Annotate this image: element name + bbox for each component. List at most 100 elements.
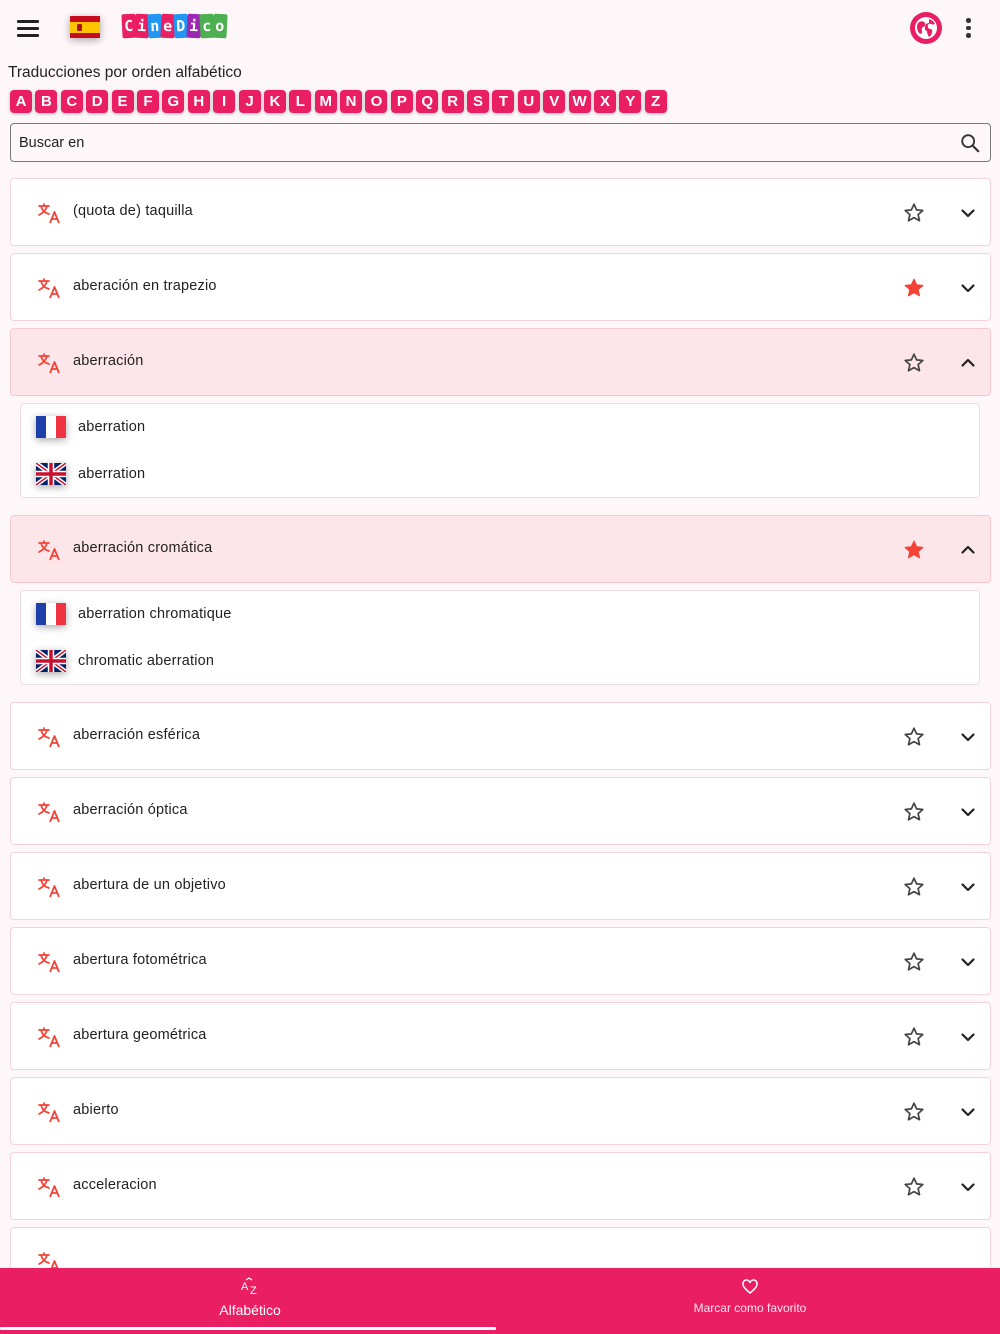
letter-filter-a[interactable]: A — [10, 90, 32, 113]
translation-panel: aberration chromatique chromatic aberrati… — [20, 590, 980, 685]
translate-icon — [37, 1025, 61, 1049]
term-label: abierto — [73, 1102, 119, 1118]
letter-filter-u[interactable]: U — [517, 90, 540, 113]
letter-filter-h[interactable]: H — [187, 90, 210, 113]
chevron-up-icon[interactable] — [956, 538, 980, 562]
chevron-down-icon[interactable] — [956, 1025, 980, 1049]
term-row[interactable]: abertura geométrica — [10, 1002, 991, 1070]
chevron-down-icon[interactable] — [956, 950, 980, 974]
page-title: Traducciones por orden alfabético — [8, 64, 242, 81]
letter-filter-s[interactable]: S — [467, 90, 490, 113]
term-row[interactable]: aberración óptica — [10, 777, 991, 845]
term-label: abertura geométrica — [73, 1027, 207, 1043]
letter-filter-r[interactable]: R — [441, 90, 464, 113]
search-icon[interactable] — [959, 132, 981, 154]
chevron-up-icon[interactable] — [956, 351, 980, 375]
translation-line-fr: aberration chromatique — [36, 602, 936, 628]
term-row[interactable]: aberación en trapezio — [10, 253, 991, 321]
chevron-down-icon[interactable] — [956, 725, 980, 749]
letter-filter-e[interactable]: E — [111, 90, 134, 113]
term-label: aberración esférica — [73, 727, 201, 743]
translation-line-en: aberration — [36, 462, 936, 488]
app-root: CineDico Traducciones por orden alfabéti… — [0, 0, 1000, 1334]
letter-filter-z[interactable]: Z — [644, 90, 667, 113]
chevron-down-icon[interactable] — [956, 800, 980, 824]
letter-filter-f[interactable]: F — [136, 90, 159, 113]
term-label: (quota de) taquilla — [73, 203, 193, 219]
term-row[interactable]: aberración esférica — [10, 702, 991, 770]
nav-favorite-tab[interactable]: Marcar como favorito — [500, 1268, 1000, 1334]
term-label: acceleracion — [73, 1177, 157, 1193]
star-outline-icon[interactable] — [902, 875, 926, 899]
letter-filter-w[interactable]: W — [568, 90, 591, 113]
letter-filter-y[interactable]: Y — [619, 90, 642, 113]
translation-text: aberration chromatique — [78, 606, 232, 622]
translation-text: chromatic aberration — [78, 653, 215, 669]
letter-filter-o[interactable]: O — [365, 90, 388, 113]
letter-filter-p[interactable]: P — [390, 90, 413, 113]
letter-filter-j[interactable]: J — [238, 90, 261, 113]
translate-icon — [37, 725, 61, 749]
translation-line-fr: aberration — [36, 415, 936, 441]
letter-filter-m[interactable]: M — [314, 90, 337, 113]
letter-filter-k[interactable]: K — [263, 90, 286, 113]
translate-icon — [37, 538, 61, 562]
letter-filter-g[interactable]: G — [162, 90, 185, 113]
globe-icon[interactable] — [910, 12, 942, 44]
term-row[interactable]: abierto — [10, 1077, 991, 1145]
star-outline-icon[interactable] — [902, 800, 926, 824]
chevron-down-icon[interactable] — [956, 276, 980, 300]
star-outline-icon[interactable] — [902, 950, 926, 974]
uk-flag-icon — [36, 650, 66, 672]
letter-filter-t[interactable]: T — [492, 90, 515, 113]
svg-text:Z: Z — [250, 1285, 257, 1297]
term-row[interactable]: aberración — [10, 328, 991, 396]
letter-filter-x[interactable]: X — [593, 90, 616, 113]
translation-line-en: chromatic aberration — [36, 649, 936, 675]
letter-filter-c[interactable]: C — [60, 90, 83, 113]
search-bar — [10, 123, 991, 162]
star-outline-icon[interactable] — [902, 1025, 926, 1049]
bottom-navigation: A Z Alfabético Marcar como favorito — [0, 1268, 1000, 1334]
spanish-flag-icon[interactable] — [70, 16, 100, 38]
star-outline-icon[interactable] — [902, 725, 926, 749]
star-filled-icon[interactable] — [902, 538, 926, 562]
term-row[interactable]: abertura fotométrica — [10, 927, 991, 995]
chevron-down-icon[interactable] — [956, 1100, 980, 1124]
term-row[interactable]: abertura de un objetivo — [10, 852, 991, 920]
chevron-down-icon[interactable] — [956, 1175, 980, 1199]
term-row[interactable]: acceleracion — [10, 1152, 991, 1220]
menu-icon[interactable] — [14, 14, 42, 42]
more-vert-icon[interactable] — [955, 14, 981, 42]
star-outline-icon[interactable] — [902, 1175, 926, 1199]
search-input[interactable] — [19, 124, 939, 161]
letter-filter-v[interactable]: V — [543, 90, 566, 113]
active-tab-indicator — [0, 1327, 496, 1330]
star-filled-icon[interactable] — [902, 276, 926, 300]
nav-favorite-label: Marcar como favorito — [693, 1301, 807, 1315]
star-outline-icon[interactable] — [902, 201, 926, 225]
logo-letter: o — [212, 13, 228, 39]
translate-icon — [37, 1175, 61, 1199]
translate-icon — [37, 276, 61, 300]
letter-filter-n[interactable]: N — [340, 90, 363, 113]
term-row-partial[interactable] — [10, 1227, 991, 1273]
letter-filter-l[interactable]: L — [289, 90, 312, 113]
translation-list: (quota de) taquilla aberación en trapezio… — [10, 178, 991, 1273]
term-row[interactable]: (quota de) taquilla — [10, 178, 991, 246]
letter-filter-d[interactable]: D — [86, 90, 109, 113]
term-row[interactable]: aberración cromática — [10, 515, 991, 583]
svg-text:A: A — [241, 1281, 249, 1293]
star-outline-icon[interactable] — [902, 351, 926, 375]
letter-filter-q[interactable]: Q — [416, 90, 439, 113]
chevron-down-icon[interactable] — [956, 875, 980, 899]
term-label: abertura fotométrica — [73, 952, 207, 968]
translation-panel: aberration aberration — [20, 403, 980, 498]
term-label: aberración cromática — [73, 540, 213, 556]
sort-az-icon: A Z — [241, 1277, 257, 1297]
letter-filter-b[interactable]: B — [35, 90, 58, 113]
chevron-down-icon[interactable] — [956, 201, 980, 225]
star-outline-icon[interactable] — [902, 1100, 926, 1124]
letter-filter-i[interactable]: I — [213, 90, 236, 113]
nav-alphabetic-tab[interactable]: A Z Alfabético — [0, 1268, 500, 1334]
